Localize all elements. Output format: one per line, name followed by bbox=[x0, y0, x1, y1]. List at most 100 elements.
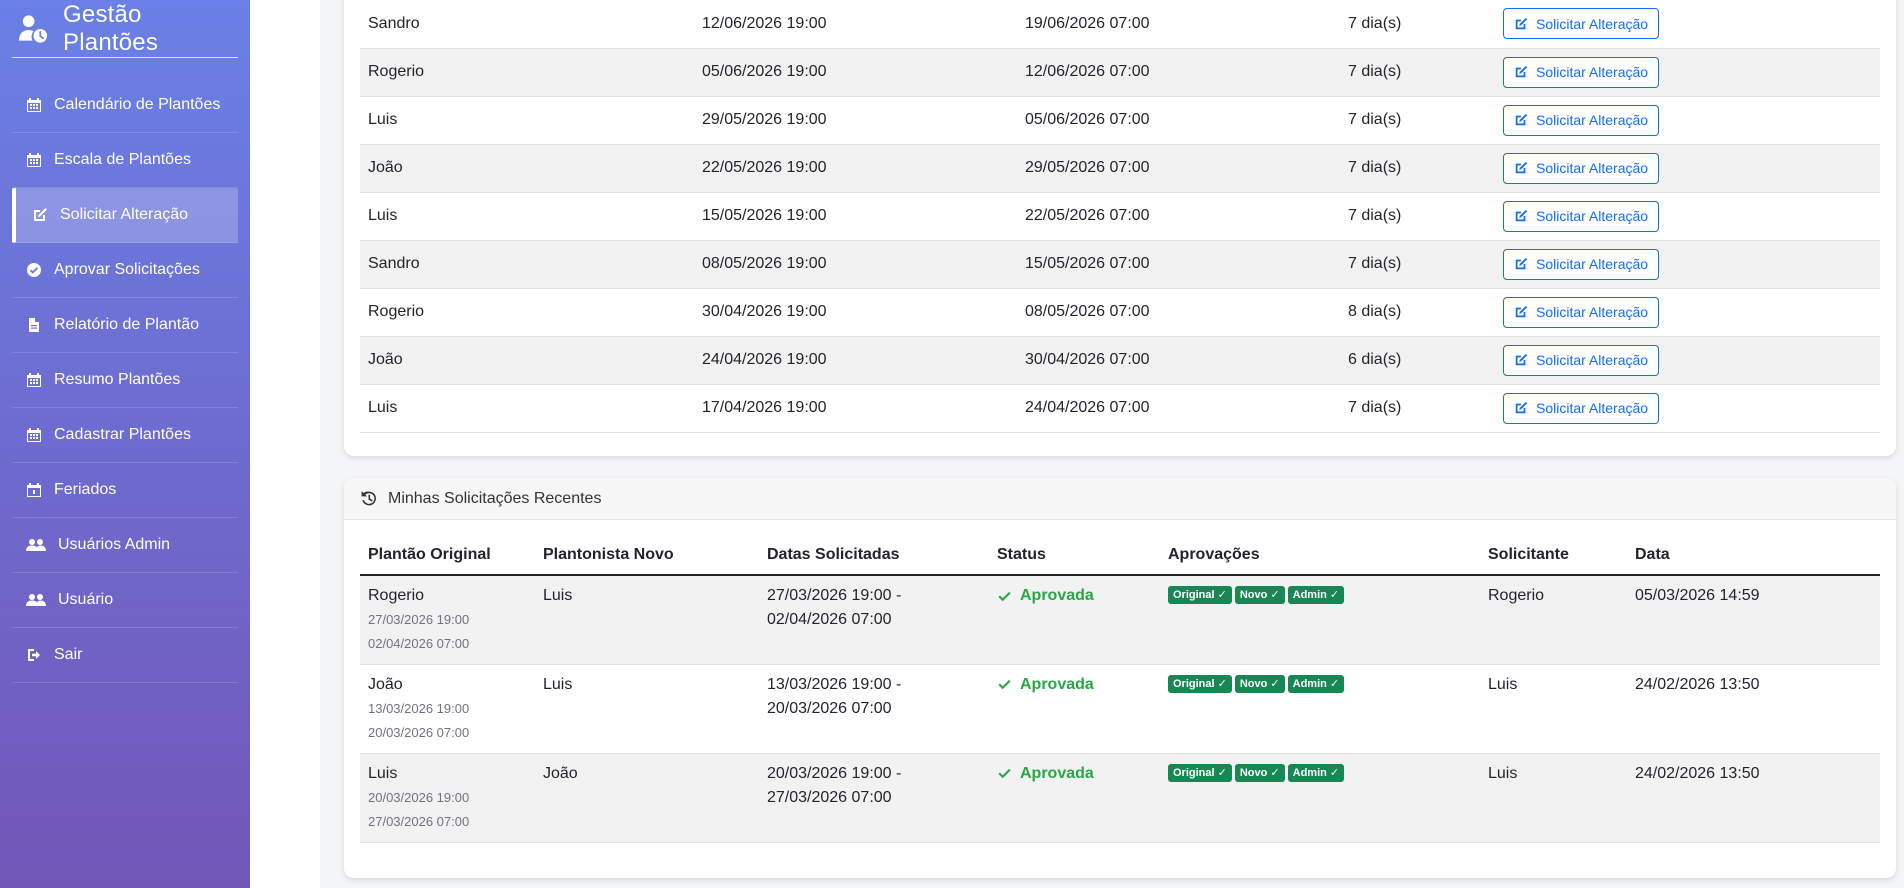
sidebar-item-label: Escala de Plantões bbox=[54, 151, 191, 168]
sidebar-item-resumo[interactable]: Resumo Plantões bbox=[12, 353, 238, 408]
sidebar-item-usuarios-admin[interactable]: Usuários Admin bbox=[12, 518, 238, 573]
fim-cell: 24/04/2026 07:00 bbox=[1025, 399, 1150, 416]
solicitar-alteracao-button[interactable]: Solicitar Alteração bbox=[1503, 104, 1660, 136]
action-cell: Solicitar Alteração bbox=[1495, 336, 1880, 384]
check-icon bbox=[998, 768, 1011, 779]
solicitar-alteracao-button[interactable]: Solicitar Alteração bbox=[1503, 296, 1660, 328]
plantonista-cell: Luis bbox=[368, 111, 398, 128]
user-clock-icon bbox=[18, 14, 48, 43]
duracao-cell: 7 dia(s) bbox=[1348, 255, 1402, 272]
table-row: Rogerio 30/04/2026 19:00 08/05/2026 07:00 8… bbox=[360, 288, 1880, 336]
solicitar-alteracao-button[interactable]: Solicitar Alteração bbox=[1503, 56, 1660, 88]
solicitante-cell: Luis bbox=[1488, 764, 1518, 782]
approval-badge: Admin ✓ bbox=[1287, 674, 1345, 693]
col-header-plantonista-novo: Plantonista Novo bbox=[535, 535, 759, 576]
solicitar-alteracao-button[interactable]: Solicitar Alteração bbox=[1503, 8, 1660, 40]
calendar-icon bbox=[26, 427, 42, 443]
requests-card: Minhas Solicitações Recentes Plantão Ori… bbox=[344, 478, 1896, 878]
sidebar-item-sair[interactable]: Sair bbox=[12, 628, 238, 683]
original-name: Luis bbox=[368, 764, 398, 782]
datas-line-1: 27/03/2026 19:00 - bbox=[767, 587, 902, 604]
col-header-data: Data bbox=[1627, 535, 1880, 576]
sidebar-item-calendario[interactable]: Calendário de Plantões bbox=[12, 78, 238, 133]
original-end: 20/03/2026 07:00 bbox=[368, 724, 470, 740]
action-cell: Solicitar Alteração bbox=[1495, 96, 1880, 144]
plantao-original-cell: Rogerio 27/03/2026 19:00 02/04/2026 07:00 bbox=[360, 575, 535, 664]
approval-badge: Original ✓ bbox=[1168, 763, 1232, 782]
duracao-cell: 7 dia(s) bbox=[1348, 14, 1402, 32]
requests-card-header: Minhas Solicitações Recentes bbox=[344, 478, 1896, 520]
datas-line-2: 02/04/2026 07:00 bbox=[767, 611, 892, 628]
action-cell: Solicitar Alteração bbox=[1495, 192, 1880, 240]
sidebar-item-label: Resumo Plantões bbox=[54, 371, 181, 388]
shifts-table: Sandro 12/06/2026 19:00 19/06/2026 07:00 7 … bbox=[360, 0, 1880, 433]
plantonista-cell: Luis bbox=[368, 399, 398, 416]
data-cell: 24/02/2026 13:50 bbox=[1635, 764, 1760, 782]
inicio-cell: 05/06/2026 19:00 bbox=[702, 63, 827, 80]
sidebar-item-relatorio[interactable]: Relatório de Plantão bbox=[12, 298, 238, 353]
inicio-cell: 30/04/2026 19:00 bbox=[702, 303, 827, 320]
fim-cell: 08/05/2026 07:00 bbox=[1025, 303, 1150, 320]
fim-cell: 22/05/2026 07:00 bbox=[1025, 207, 1150, 224]
app-title: Gestão Plantões bbox=[63, 0, 159, 56]
plantonista-cell: Rogerio bbox=[368, 303, 425, 320]
requests-title: Minhas Solicitações Recentes bbox=[388, 489, 602, 507]
fim-cell: 29/05/2026 07:00 bbox=[1025, 159, 1150, 176]
sidebar-item-feriados[interactable]: Feriados bbox=[12, 463, 238, 518]
datas-cell: 27/03/2026 19:00 - 02/04/2026 07:00 bbox=[759, 575, 989, 664]
status-badge: Aprovada bbox=[997, 673, 1094, 697]
action-cell: Solicitar Alteração bbox=[1495, 144, 1880, 192]
table-row: Luis 20/03/2026 19:00 27/03/2026 07:00 João… bbox=[360, 753, 1880, 842]
sidebar-item-label: Aprovar Solicitações bbox=[54, 261, 200, 278]
original-end: 02/04/2026 07:00 bbox=[368, 636, 470, 651]
button-label: Solicitar Alteração bbox=[1536, 160, 1649, 176]
sidebar-item-solicitar[interactable]: Solicitar Alteração bbox=[12, 188, 238, 243]
button-label: Solicitar Alteração bbox=[1536, 352, 1649, 368]
button-label: Solicitar Alteração bbox=[1536, 64, 1649, 80]
check-circle-icon bbox=[26, 262, 42, 278]
edit-icon bbox=[1515, 17, 1528, 29]
edit-icon bbox=[1515, 353, 1528, 366]
fim-cell: 19/06/2026 07:00 bbox=[1025, 14, 1150, 32]
sidebar-item-aprovar[interactable]: Aprovar Solicitações bbox=[12, 243, 238, 298]
col-header-aprovacoes: Aprovações bbox=[1160, 535, 1480, 576]
fim-cell: 30/04/2026 07:00 bbox=[1025, 351, 1150, 368]
approval-badge: Novo ✓ bbox=[1234, 763, 1285, 782]
edit-icon bbox=[1515, 113, 1528, 126]
col-header-plantao-original: Plantão Original bbox=[360, 535, 535, 576]
sidebar-item-label: Feriados bbox=[54, 481, 117, 498]
brand[interactable]: Gestão Plantões bbox=[12, 0, 238, 58]
solicitar-alteracao-button[interactable]: Solicitar Alteração bbox=[1503, 392, 1660, 424]
sidebar-item-label: Solicitar Alteração bbox=[60, 206, 189, 223]
plantonista-cell: Rogerio bbox=[368, 63, 425, 80]
sidebar-item-usuario[interactable]: Usuário bbox=[12, 573, 238, 628]
datas-line-2: 20/03/2026 07:00 bbox=[767, 699, 892, 717]
gutter bbox=[250, 0, 320, 888]
status-label: Aprovada bbox=[1020, 675, 1094, 693]
original-name: João bbox=[368, 675, 403, 693]
fim-cell: 15/05/2026 07:00 bbox=[1025, 255, 1150, 272]
users-icon bbox=[26, 592, 46, 608]
solicitar-alteracao-button[interactable]: Solicitar Alteração bbox=[1503, 152, 1660, 184]
sidebar-item-label: Relatório de Plantão bbox=[54, 316, 199, 333]
sidebar-item-label: Usuários Admin bbox=[58, 536, 171, 553]
duracao-cell: 7 dia(s) bbox=[1348, 111, 1402, 128]
sidebar: Gestão Plantões Calendário de Plantões E… bbox=[0, 0, 250, 888]
sidebar-item-escala[interactable]: Escala de Plantões bbox=[12, 133, 238, 188]
inicio-cell: 24/04/2026 19:00 bbox=[702, 351, 827, 368]
solicitar-alteracao-button[interactable]: Solicitar Alteração bbox=[1503, 200, 1660, 232]
sidebar-item-cadastrar[interactable]: Cadastrar Plantões bbox=[12, 408, 238, 463]
table-row: Sandro 12/06/2026 19:00 19/06/2026 07:00 7 … bbox=[360, 0, 1880, 48]
button-label: Solicitar Alteração bbox=[1536, 112, 1649, 128]
solicitar-alteracao-button[interactable]: Solicitar Alteração bbox=[1503, 248, 1660, 280]
plantonista-cell: João bbox=[368, 351, 403, 368]
button-label: Solicitar Alteração bbox=[1536, 15, 1649, 32]
fim-cell: 12/06/2026 07:00 bbox=[1025, 63, 1150, 80]
aprovacoes-cell: Original ✓ Novo ✓ Admin ✓ bbox=[1160, 753, 1480, 842]
duracao-cell: 7 dia(s) bbox=[1348, 399, 1402, 416]
aprovacoes-cell: Original ✓ Novo ✓ Admin ✓ bbox=[1160, 575, 1480, 664]
action-cell: Solicitar Alteração bbox=[1495, 384, 1880, 432]
edit-icon bbox=[1515, 161, 1528, 174]
solicitar-alteracao-button[interactable]: Solicitar Alteração bbox=[1503, 344, 1660, 376]
table-row: Luis 15/05/2026 19:00 22/05/2026 07:00 7 di… bbox=[360, 192, 1880, 240]
